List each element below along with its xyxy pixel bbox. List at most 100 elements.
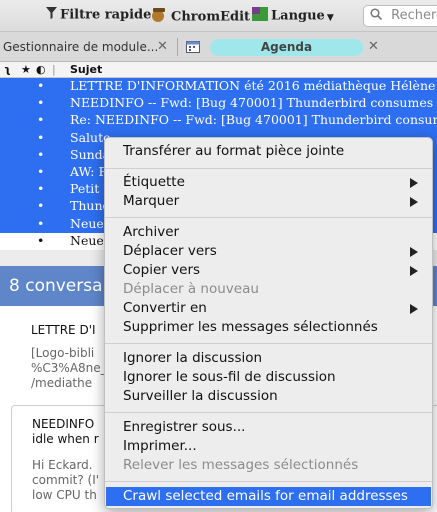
thread-column-icon[interactable]: ʅ bbox=[4, 63, 11, 76]
submenu-arrow-icon bbox=[410, 197, 418, 207]
unread-dot-icon: • bbox=[37, 181, 45, 197]
tab-agenda[interactable]: Agenda bbox=[210, 39, 363, 56]
menu-separator bbox=[105, 412, 432, 413]
row-subject: Neue bbox=[70, 215, 104, 231]
row-subject: Re: NEEDINFO -- Fwd: [Bug 470001] Thunde… bbox=[70, 112, 437, 128]
table-row[interactable]: • LETTRE D'INFORMATION été 2016 médiathèq… bbox=[0, 78, 437, 96]
menu-item-label: Étiquette bbox=[123, 174, 185, 190]
message-snippet-line: %C3%A8ne_ bbox=[31, 361, 107, 375]
message-summary-subtitle: idle when r bbox=[32, 432, 99, 446]
menu-separator bbox=[105, 217, 432, 218]
main-toolbar: Filtre rapide ChromEdit Langue▼ Recherch… bbox=[0, 0, 437, 32]
message-summary-title[interactable]: LETTRE D'I bbox=[31, 323, 96, 337]
unread-dot-icon: • bbox=[37, 95, 45, 111]
menu-item-label: Imprimer... bbox=[123, 438, 197, 454]
menu-separator bbox=[105, 168, 432, 169]
subject-column-header[interactable]: Sujet bbox=[70, 63, 102, 76]
chromedit-icon bbox=[150, 7, 168, 27]
menu-item-label: Convertir en bbox=[123, 300, 207, 316]
conversation-count-title: 8 conversa bbox=[9, 276, 103, 296]
unread-dot-icon: • bbox=[37, 163, 45, 179]
tab-addons-manager[interactable]: Gestionnaire de module... ✕ bbox=[0, 35, 176, 59]
menu-item-convert-to[interactable]: Convertir en bbox=[105, 299, 432, 318]
menu-item-ignore-thread[interactable]: Ignorer la discussion bbox=[105, 349, 432, 368]
star-column-icon[interactable]: ★ bbox=[21, 63, 31, 76]
close-icon[interactable]: ✕ bbox=[368, 39, 379, 54]
menu-item-save-as[interactable]: Enregistrer sous... bbox=[105, 418, 432, 437]
filter-icon bbox=[46, 7, 57, 23]
table-row[interactable]: • Re: NEEDINFO -- Fwd: [Bug 470001] Thund… bbox=[0, 112, 437, 130]
row-subject: AW: F bbox=[70, 163, 108, 179]
menu-item-label: Archiver bbox=[123, 224, 180, 240]
message-snippet-line: Hi Eckard. bbox=[32, 458, 93, 472]
submenu-arrow-icon bbox=[410, 304, 418, 314]
menu-item-label: Ignorer le sous-fil de discussion bbox=[123, 369, 336, 385]
unread-dot-icon: • bbox=[37, 78, 45, 93]
menu-item-print[interactable]: Imprimer... bbox=[105, 437, 432, 456]
search-input[interactable]: Rechercher bbox=[363, 5, 437, 27]
langue-label: Langue bbox=[271, 8, 325, 24]
menu-item-ignore-subthread[interactable]: Ignorer le sous-fil de discussion bbox=[105, 368, 432, 387]
unread-dot-icon: • bbox=[37, 232, 45, 248]
menu-item-label: Transférer au format pièce jointe bbox=[123, 143, 345, 159]
menu-item-label: Surveiller la discussion bbox=[123, 388, 278, 404]
unread-dot-icon: • bbox=[37, 198, 45, 214]
quick-filter-button[interactable]: Filtre rapide bbox=[46, 7, 151, 23]
message-snippet-line: commit? (I' bbox=[32, 473, 100, 487]
menu-item-label: Déplacer vers bbox=[123, 243, 217, 259]
search-icon bbox=[370, 8, 391, 23]
tab-addons-manager-label: Gestionnaire de module... bbox=[3, 40, 159, 54]
submenu-arrow-icon bbox=[410, 178, 418, 188]
menu-separator bbox=[105, 343, 432, 344]
message-summary-title: NEEDINFO bbox=[32, 417, 95, 431]
unread-dot-icon: • bbox=[37, 129, 45, 145]
unread-dot-icon: • bbox=[37, 146, 45, 162]
menu-item-label: Crawl selected emails for email addresse… bbox=[123, 488, 408, 504]
message-snippet-line: low CPU th bbox=[32, 488, 97, 502]
submenu-arrow-icon bbox=[410, 266, 418, 276]
menu-item-mark[interactable]: Marquer bbox=[105, 192, 432, 211]
chromedit-button[interactable]: ChromEdit bbox=[150, 7, 250, 27]
menu-item-label: Copier vers bbox=[123, 262, 201, 278]
chromedit-label: ChromEdit bbox=[171, 9, 251, 25]
read-status-column-icon[interactable]: ◐ bbox=[36, 63, 46, 76]
menu-item-crawl-emails[interactable]: Crawl selected emails for email addresse… bbox=[106, 487, 431, 506]
unread-dot-icon: • bbox=[37, 215, 45, 231]
menu-item-archive[interactable]: Archiver bbox=[105, 223, 432, 242]
row-subject: LETTRE D'INFORMATION été 2016 médiathèqu… bbox=[70, 78, 437, 93]
message-snippet-line: /mediathe bbox=[31, 376, 93, 390]
message-list-header: ʅ ★ ◐ | Sujet bbox=[0, 62, 437, 78]
search-placeholder: Rechercher bbox=[391, 8, 437, 23]
menu-item-forward-as-attachment[interactable]: Transférer au format pièce jointe bbox=[105, 142, 432, 161]
menu-item-watch-thread[interactable]: Surveiller la discussion bbox=[105, 387, 432, 406]
calendar-icon bbox=[186, 41, 200, 57]
submenu-arrow-icon bbox=[410, 247, 418, 257]
menu-item-label: Marquer bbox=[123, 193, 180, 209]
table-row[interactable]: • NEEDINFO -- Fwd: [Bug 470001] Thunderbi… bbox=[0, 95, 437, 113]
menu-separator bbox=[105, 481, 432, 482]
menu-item-get-selected-messages: Relever les messages sélectionnés bbox=[105, 456, 432, 475]
row-subject: NEEDINFO -- Fwd: [Bug 470001] Thunderbir… bbox=[70, 95, 437, 111]
menu-item-move-to[interactable]: Déplacer vers bbox=[105, 242, 432, 261]
unread-dot-icon: • bbox=[37, 112, 45, 128]
langue-menu-button[interactable]: Langue ▼ bbox=[252, 7, 334, 25]
menu-item-move-again: Déplacer à nouveau bbox=[105, 280, 432, 299]
context-menu: Transférer au format pièce jointe Étique… bbox=[104, 137, 433, 509]
menu-item-label: Ignorer la discussion bbox=[123, 350, 263, 366]
row-subject: Petit I bbox=[70, 181, 109, 197]
menu-item-delete-selected[interactable]: Supprimer les messages sélectionnés bbox=[105, 318, 432, 337]
language-flag-icon bbox=[252, 7, 268, 25]
menu-item-label: Enregistrer sous... bbox=[123, 419, 246, 435]
menu-item-copy-to[interactable]: Copier vers bbox=[105, 261, 432, 280]
chevron-down-icon: ▼ bbox=[326, 12, 334, 23]
menu-item-tag[interactable]: Étiquette bbox=[105, 173, 432, 192]
message-snippet-line: [Logo-bibli bbox=[31, 346, 95, 360]
menu-item-label: Relever les messages sélectionnés bbox=[123, 457, 359, 473]
tab-divider bbox=[177, 38, 178, 56]
close-icon[interactable]: ✕ bbox=[157, 39, 168, 54]
menu-item-label: Déplacer à nouveau bbox=[123, 281, 259, 297]
column-divider: | bbox=[52, 63, 56, 76]
quick-filter-label: Filtre rapide bbox=[60, 7, 152, 23]
tab-bar: Gestionnaire de module... ✕ Agenda ✕ bbox=[0, 32, 437, 62]
row-subject: Neue bbox=[70, 232, 104, 248]
